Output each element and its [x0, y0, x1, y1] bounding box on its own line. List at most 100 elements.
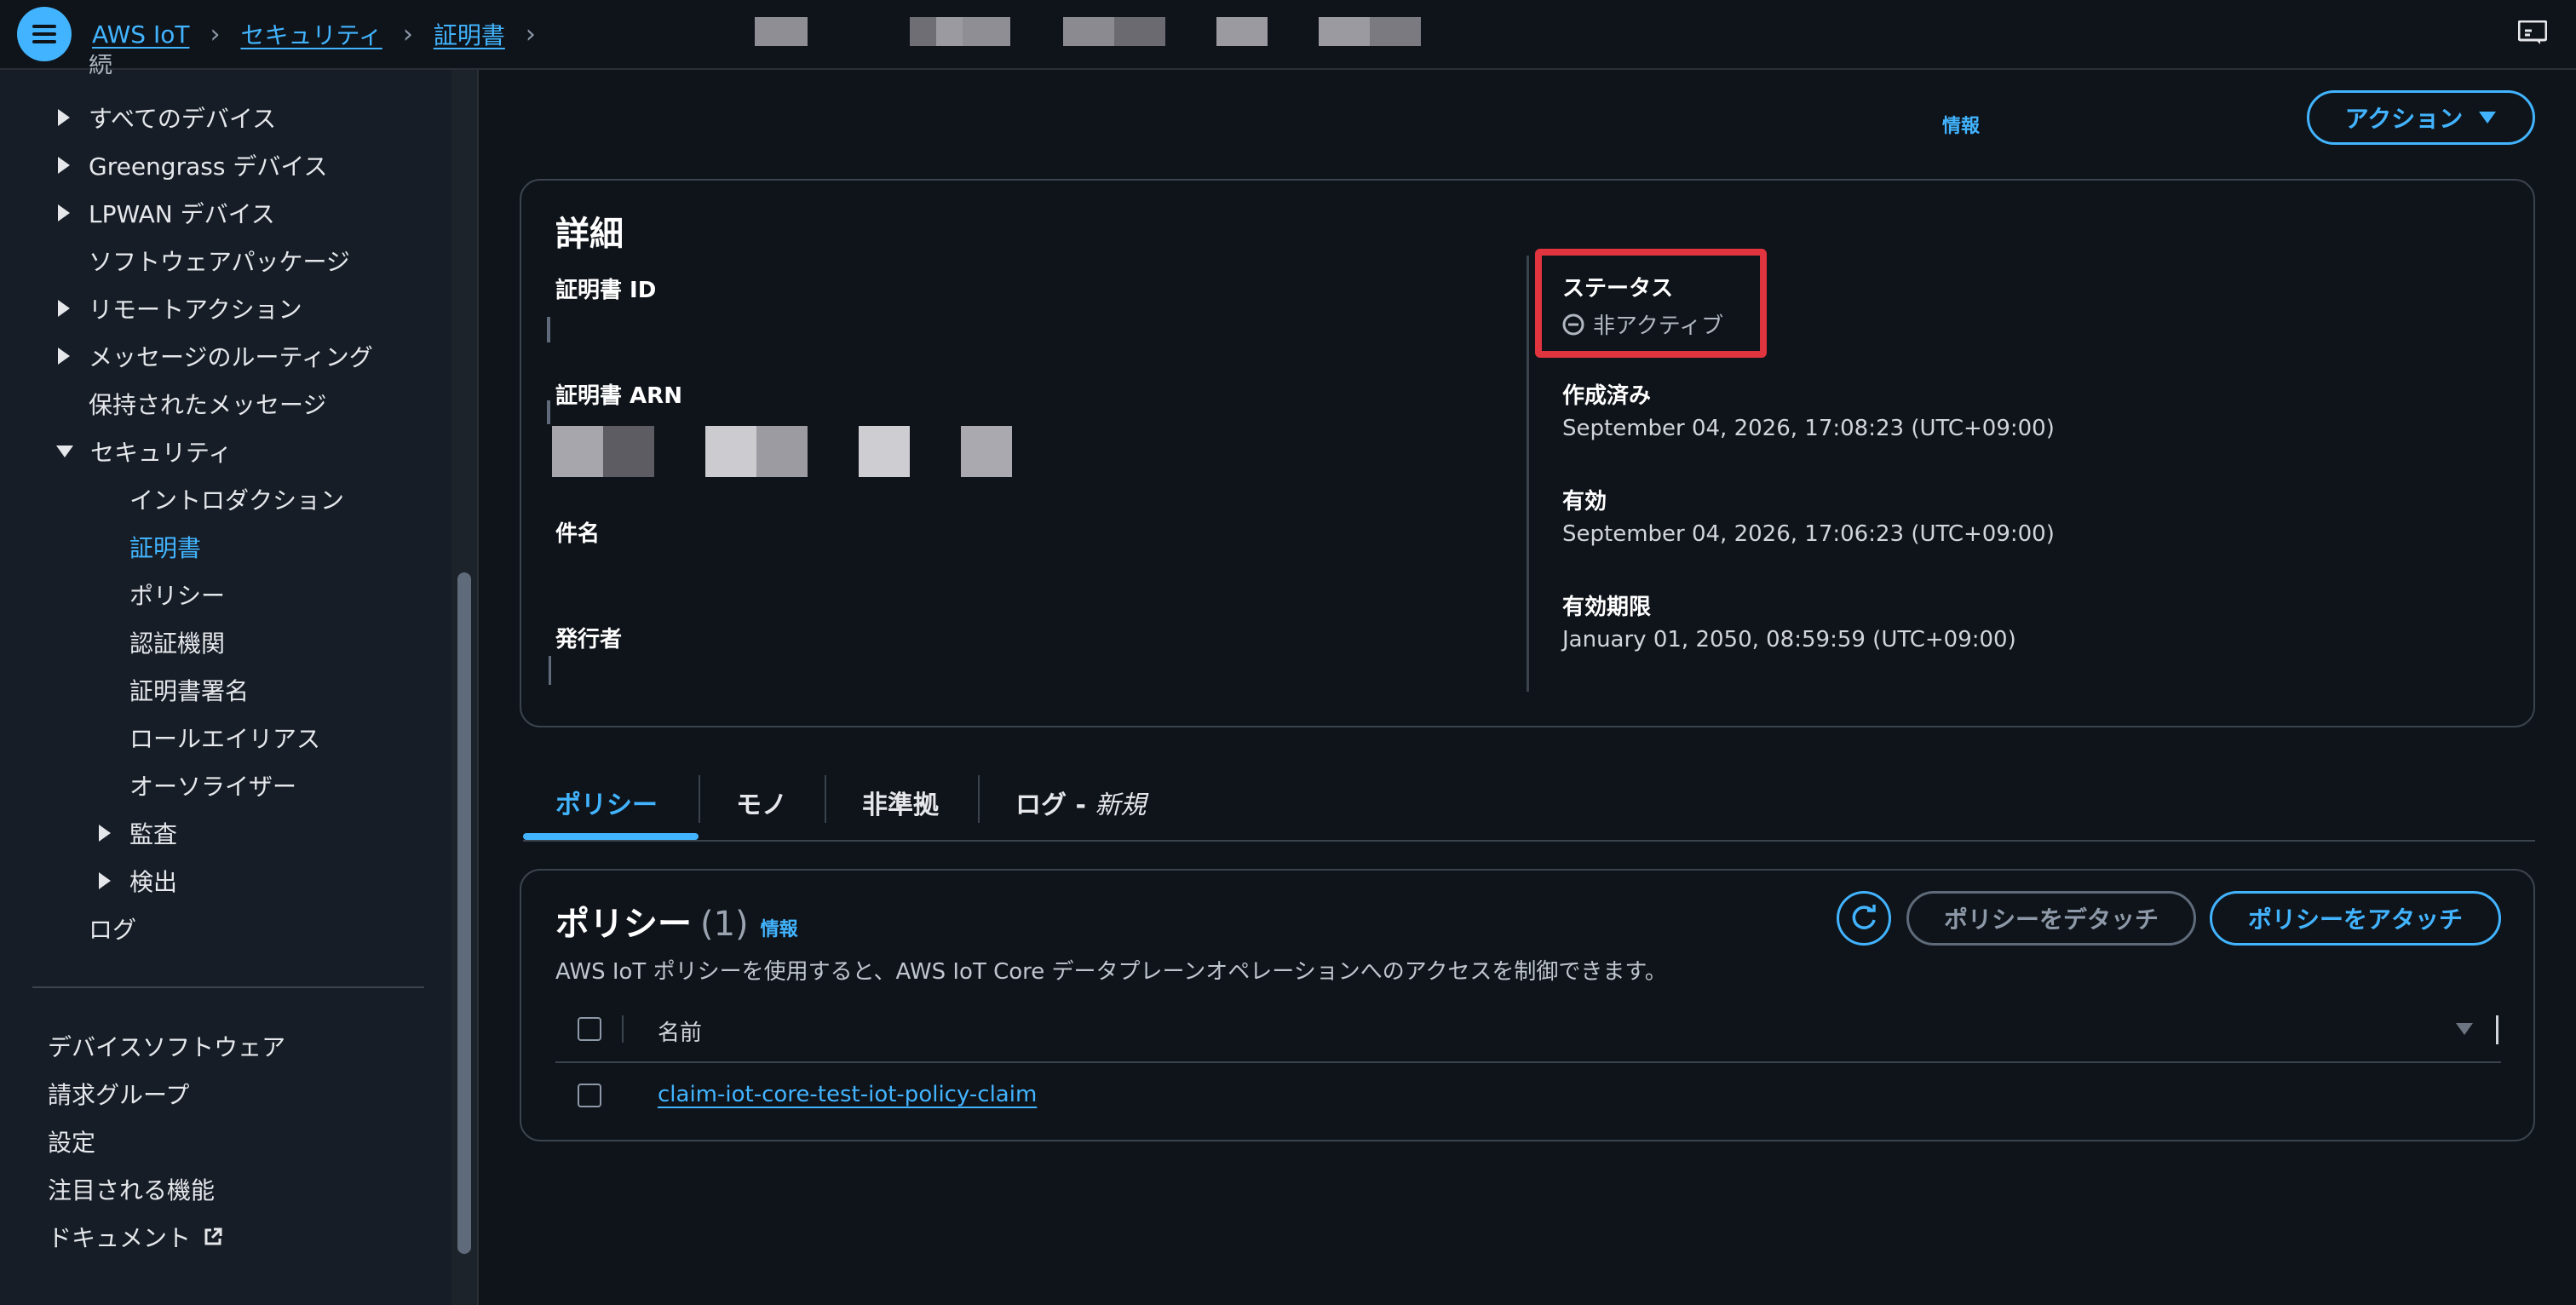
sidebar-footer-billing-groups[interactable]: 請求グループ — [48, 1077, 189, 1111]
sidebar-item-retained-messages[interactable]: 保持されたメッセージ — [89, 387, 326, 421]
sidebar-footer-documentation[interactable]: ドキュメント — [48, 1220, 223, 1254]
sidebar-item-lpwan-devices[interactable]: LPWAN デバイス — [58, 196, 275, 230]
subject-label: 件名 — [555, 521, 601, 547]
caret-right-icon — [99, 825, 111, 842]
details-title: 詳細 — [555, 215, 624, 254]
sidebar-item-certificate-signing[interactable]: 証明書署名 — [129, 673, 249, 707]
tab-logs[interactable]: ログ - 新規 — [1015, 784, 1146, 821]
table-header-divider — [555, 1061, 2501, 1063]
caret-down-icon — [56, 446, 73, 457]
tab-separator — [699, 775, 700, 823]
menu-icon — [32, 25, 56, 43]
status-highlight-box — [1535, 249, 1767, 358]
caret-right-icon — [58, 109, 70, 126]
policies-info-link[interactable]: 情報 — [761, 914, 798, 941]
sidebar-item-authorizers[interactable]: オーソライザー — [129, 768, 296, 802]
redacted-block — [1063, 17, 1165, 46]
sidebar-item-role-aliases[interactable]: ロールエイリアス — [129, 721, 320, 755]
row-checkbox[interactable] — [578, 1084, 601, 1107]
tab-noncompliant[interactable]: 非準拠 — [862, 784, 939, 821]
redacted-block — [963, 17, 1010, 46]
attach-policy-button[interactable]: ポリシーをアタッチ — [2210, 891, 2501, 946]
caret-right-icon — [99, 872, 111, 889]
tab-separator — [978, 775, 980, 823]
certificate-arn-redacted — [859, 426, 910, 477]
caret-right-icon — [58, 348, 70, 365]
detach-policy-label: ポリシーをデタッチ — [1943, 905, 2159, 934]
policy-name-link[interactable]: claim-iot-core-test-iot-policy-claim — [658, 1082, 1037, 1107]
details-column-divider — [1527, 256, 1529, 692]
detach-policy-button[interactable]: ポリシーをデタッチ — [1906, 891, 2196, 946]
caret-right-icon — [58, 204, 70, 221]
active-tab-indicator — [523, 833, 699, 840]
sidebar-item-remote-actions[interactable]: リモートアクション — [58, 291, 302, 325]
actions-label: アクション — [2344, 105, 2464, 133]
issuer-value-redacted — [549, 656, 551, 685]
created-label: 作成済み — [1562, 383, 1652, 409]
redacted-block — [1216, 17, 1268, 46]
certificate-arn-redacted — [705, 426, 808, 477]
tab-logs-label: ログ - — [1015, 790, 1095, 820]
sidebar-item-introduction[interactable]: イントロダクション — [129, 482, 344, 516]
chevron-right-icon: › — [402, 19, 413, 49]
actions-dropdown-button[interactable]: アクション — [2307, 90, 2535, 145]
sidebar-item-logs[interactable]: ログ — [89, 911, 136, 946]
feedback-icon[interactable] — [2518, 20, 2547, 46]
top-navigation-bar: AWS IoT › セキュリティ › 証明書 › — [0, 0, 2576, 70]
sort-descending-icon[interactable] — [2455, 1022, 2474, 1036]
sidebar-item-greengrass-devices[interactable]: Greengrass デバイス — [58, 148, 327, 182]
breadcrumb-security[interactable]: セキュリティ — [240, 17, 382, 51]
sidebar-item-message-routing[interactable]: メッセージのルーティング — [58, 339, 373, 373]
breadcrumb-certificates[interactable]: 証明書 — [434, 17, 505, 51]
caret-down-icon — [2479, 112, 2497, 124]
sidebar-border — [477, 70, 479, 1305]
policies-header: ポリシー (1) 情報 — [555, 896, 798, 946]
caret-right-icon — [58, 300, 70, 317]
sidebar-item-detect[interactable]: 検出 — [99, 864, 177, 898]
policies-title: ポリシー — [555, 905, 692, 944]
sidebar-item-security[interactable]: セキュリティ — [56, 434, 232, 469]
created-value: September 04, 2026, 17:08:23 (UTC+09:00) — [1562, 416, 2055, 441]
certificate-id-label: 証明書 ID — [555, 278, 657, 303]
certificate-arn-redacted — [961, 426, 1012, 477]
sidebar-item-policies[interactable]: ポリシー — [129, 578, 225, 612]
redacted-block — [755, 17, 808, 46]
column-resize-handle[interactable] — [2496, 1015, 2498, 1044]
sidebar-footer-settings[interactable]: 設定 — [48, 1124, 95, 1158]
external-link-icon — [204, 1227, 222, 1245]
policies-count: (1) — [700, 905, 749, 944]
tabs-baseline — [523, 840, 2535, 842]
sidebar-item-certificate-authorities[interactable]: 認証機関 — [129, 625, 225, 659]
sidebar-footer-device-software[interactable]: デバイスソフトウェア — [48, 1029, 285, 1063]
column-header-name[interactable]: 名前 — [658, 1015, 702, 1047]
certificate-arn-redacted — [552, 426, 654, 477]
sidebar-divider — [32, 986, 424, 988]
sidebar-item-certificates[interactable]: 証明書 — [129, 530, 201, 564]
select-all-checkbox[interactable] — [578, 1017, 601, 1041]
column-separator — [622, 1015, 624, 1043]
issuer-label: 発行者 — [555, 627, 623, 652]
info-link[interactable]: 情報 — [1942, 111, 1980, 138]
sidebar-item-all-devices[interactable]: すべてのデバイス — [58, 101, 276, 135]
sidebar-scrollbar-thumb[interactable] — [457, 572, 471, 1254]
refresh-button[interactable] — [1837, 891, 1891, 946]
hamburger-menu-button[interactable] — [17, 7, 72, 61]
redacted-block — [1319, 17, 1421, 46]
chevron-right-icon: › — [210, 19, 221, 49]
attach-policy-label: ポリシーをアタッチ — [2247, 905, 2463, 934]
valid-from-value: September 04, 2026, 17:06:23 (UTC+09:00) — [1562, 521, 2055, 547]
sidebar-item-truncated: 続 — [89, 55, 113, 78]
expiry-value: January 01, 2050, 08:59:59 (UTC+09:00) — [1562, 627, 2016, 652]
certificate-arn-label: 証明書 ARN — [555, 383, 682, 409]
tab-things[interactable]: モノ — [736, 784, 787, 821]
certificate-id-value-redacted — [547, 317, 550, 342]
sidebar-item-audit[interactable]: 監査 — [99, 816, 177, 850]
valid-from-label: 有効 — [1562, 489, 1607, 515]
caret-right-icon — [58, 157, 70, 174]
sidebar-footer-featured[interactable]: 注目される機能 — [48, 1172, 215, 1206]
tab-policies[interactable]: ポリシー — [555, 784, 658, 821]
expiry-label: 有効期限 — [1562, 595, 1652, 620]
policies-description: AWS IoT ポリシーを使用すると、AWS IoT Core データプレーンオ… — [555, 959, 1667, 985]
breadcrumb-aws-iot[interactable]: AWS IoT — [92, 20, 189, 49]
sidebar-item-software-packages[interactable]: ソフトウェアパッケージ — [89, 244, 350, 278]
